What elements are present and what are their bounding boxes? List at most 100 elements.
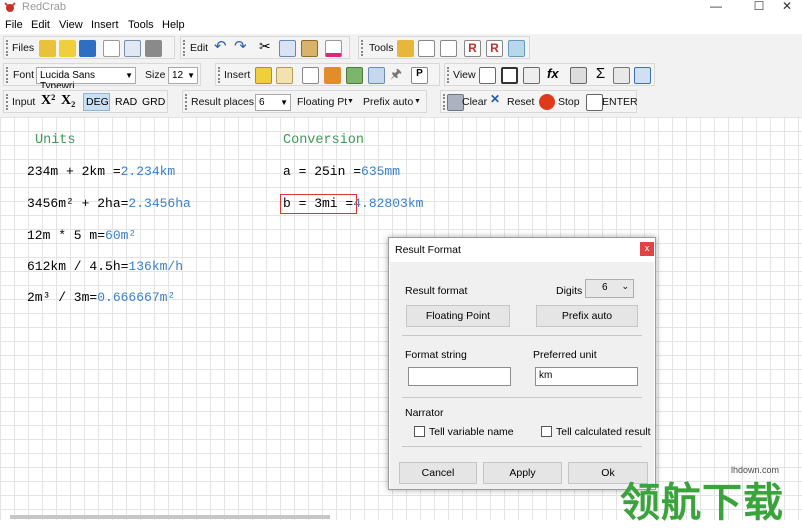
grip-handle[interactable] (447, 67, 449, 83)
chevron-down-icon: ⌄ (621, 281, 629, 291)
insert-link-icon[interactable] (368, 67, 385, 84)
grip-handle[interactable] (443, 94, 445, 110)
floating-pt-dropdown[interactable]: Floating Pt (297, 96, 347, 108)
grd-button[interactable]: GRD (142, 96, 165, 108)
delete-icon[interactable] (325, 40, 342, 57)
digits-select[interactable]: 6 ⌄ (585, 279, 634, 298)
function-icon[interactable]: fx (547, 66, 564, 83)
deg-button[interactable]: DEG (83, 93, 110, 111)
result-places-value: 6 (259, 97, 265, 108)
r-add-icon[interactable]: R (464, 40, 481, 57)
cancel-button[interactable]: Cancel (399, 462, 477, 484)
tools-label: Tools (369, 42, 394, 54)
cut-icon[interactable]: ✂ (259, 38, 276, 55)
clear-button[interactable]: Clear (462, 96, 487, 108)
insert-label: Insert (224, 69, 251, 81)
grip-handle[interactable] (6, 40, 8, 56)
redo-icon[interactable]: ↷ (234, 37, 251, 55)
expression-row[interactable]: 612km / 4.5h=136km/h (27, 259, 183, 274)
menu-bar: File Edit View Insert Tools Help (0, 17, 802, 34)
strike-icon[interactable] (440, 40, 457, 57)
toolbar-row-1: Files Edit ↶ ↷ ✂ Tools R R (0, 34, 802, 61)
minimize-button[interactable]: — (704, 0, 728, 14)
size-select[interactable]: 12 ▼ (168, 67, 198, 84)
print-icon[interactable] (145, 40, 162, 57)
grip-handle[interactable] (185, 94, 187, 110)
subscript-button[interactable]: X₂ (61, 93, 75, 109)
lock-icon[interactable] (397, 40, 414, 57)
menu-help[interactable]: Help (162, 19, 185, 31)
result-places-select[interactable]: 6 ▼ (255, 94, 291, 111)
menu-tools[interactable]: Tools (128, 19, 154, 31)
edit-label: Edit (190, 42, 209, 54)
font-select[interactable]: Lucida Sans Typewri ▼ (36, 67, 136, 92)
copy-icon[interactable] (279, 40, 296, 57)
horizontal-scrollbar[interactable] (10, 515, 330, 519)
grip-handle[interactable] (6, 67, 8, 83)
view-label: View (453, 69, 476, 81)
expression-row[interactable]: 2m³ / 3m=0.666667m² (27, 290, 175, 305)
insert-image-icon[interactable] (346, 67, 363, 84)
close-window-button[interactable]: ✕ (775, 0, 799, 14)
windows-icon[interactable] (523, 67, 540, 84)
panel-icon[interactable] (634, 67, 651, 84)
expression-text: 3456m² + 2ha= (27, 196, 129, 211)
superscript-button[interactable]: X² (41, 93, 55, 109)
floating-point-button[interactable]: Floating Point (406, 305, 510, 327)
insert-text-icon[interactable] (302, 67, 319, 84)
expression-row[interactable]: 12m * 5 m=60m² (27, 228, 136, 243)
grid-icon[interactable] (479, 67, 496, 84)
list-icon[interactable] (418, 40, 435, 57)
paste-icon[interactable] (301, 40, 318, 57)
expression-text: a = 25in = (283, 164, 362, 179)
tell-result-checkbox[interactable] (541, 426, 552, 437)
apply-button[interactable]: Apply (483, 462, 562, 484)
enter-button[interactable]: ENTER (602, 96, 638, 108)
dialog-close-button[interactable]: x (640, 242, 654, 256)
frame-icon[interactable] (501, 67, 518, 84)
divider (402, 397, 642, 398)
maximize-button[interactable]: ☐ (747, 0, 771, 14)
expression-row[interactable]: 234m + 2km =2.234km (27, 164, 175, 179)
insert-chart-icon[interactable] (324, 67, 341, 84)
grip-handle[interactable] (6, 94, 8, 110)
keyboard-icon[interactable] (613, 67, 630, 84)
expression-row[interactable]: 3456m² + 2ha=2.3456ha (27, 196, 191, 211)
tell-variable-checkbox[interactable] (414, 426, 425, 437)
reset-button[interactable]: Reset (507, 96, 534, 108)
new-document-icon[interactable] (103, 40, 120, 57)
grip-handle[interactable] (218, 67, 220, 83)
grip-handle[interactable] (361, 40, 363, 56)
insert-pin-icon[interactable]: 🖈 (390, 65, 407, 82)
menu-file[interactable]: File (5, 19, 23, 31)
menu-view[interactable]: View (59, 19, 83, 31)
grip-handle[interactable] (183, 40, 185, 56)
prefix-auto-button[interactable]: Prefix auto (536, 305, 638, 327)
r-refresh-icon[interactable]: R (486, 40, 503, 57)
tag-icon[interactable] (59, 40, 76, 57)
insert-note-icon[interactable] (276, 67, 293, 84)
chevron-down-icon: ▼ (187, 71, 195, 80)
export-icon[interactable] (508, 40, 525, 57)
insert-folder-icon[interactable] (255, 67, 272, 84)
font-group: Font Lucida Sans Typewri ▼ Size 12 ▼ (3, 63, 201, 92)
save-icon[interactable] (79, 40, 96, 57)
insert-page-icon[interactable]: P (411, 67, 428, 84)
menu-edit[interactable]: Edit (31, 19, 50, 31)
open-icon[interactable] (39, 40, 56, 57)
menu-insert[interactable]: Insert (91, 19, 119, 31)
reset-x-icon: ✕ (490, 92, 501, 106)
rad-button[interactable]: RAD (115, 96, 137, 108)
table-icon[interactable] (570, 67, 587, 84)
undo-icon[interactable]: ↶ (214, 37, 231, 55)
sum-icon[interactable]: Σ (592, 65, 609, 82)
print-preview-icon[interactable] (124, 40, 141, 57)
prefix-auto-dropdown[interactable]: Prefix auto (363, 96, 413, 108)
stop-button[interactable]: Stop (558, 96, 580, 108)
preferred-unit-input[interactable]: km (535, 367, 638, 386)
expression-row[interactable]: a = 25in =635mm (283, 164, 400, 179)
insert-group: Insert 🖈 P (215, 63, 440, 86)
result-format-dialog: Result Format x Result format Digits 6 ⌄… (388, 237, 656, 490)
format-string-input[interactable] (408, 367, 511, 386)
tell-result-label: Tell calculated result (556, 426, 651, 438)
